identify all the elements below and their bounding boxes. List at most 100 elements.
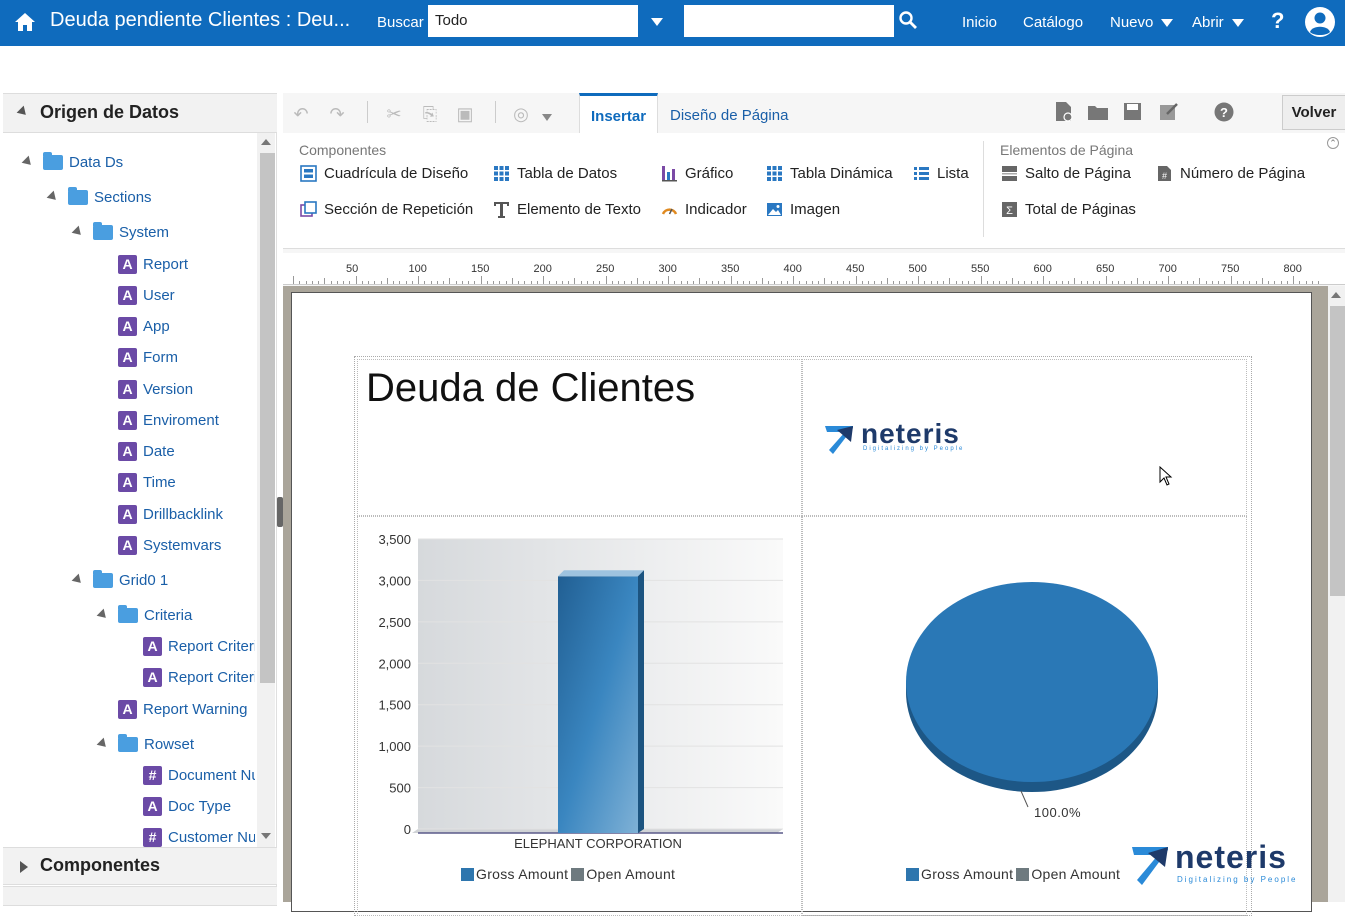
- tree-item[interactable]: # Document Nu: [143, 763, 255, 787]
- tree-item[interactable]: A Report: [118, 252, 188, 276]
- tree-item[interactable]: Data Ds: [21, 150, 123, 174]
- grid-cell-logo[interactable]: neteris Digitalizing by People: [802, 359, 1247, 516]
- layout-grid[interactable]: Deuda de Clientes neteris Digitalizing b…: [354, 356, 1252, 916]
- collapse-icon[interactable]: [71, 225, 85, 239]
- insert-chart-button[interactable]: Gráfico: [661, 165, 733, 182]
- text-field-icon: A: [118, 285, 137, 305]
- tree-item[interactable]: System: [71, 220, 169, 244]
- tree-item[interactable]: Sections: [46, 185, 152, 209]
- bar-chart[interactable]: 3,500 3,000 2,500 2,000 1,500 1,000 500 0 ELEPHA…: [358, 517, 803, 917]
- volver-button[interactable]: Volver: [1282, 95, 1345, 130]
- scroll-up-icon[interactable]: [1331, 292, 1341, 298]
- tree-item[interactable]: A Systemvars: [118, 533, 221, 557]
- tree-item[interactable]: Criteria: [96, 603, 192, 627]
- tab-diseno-pagina[interactable]: Diseño de Página: [659, 95, 799, 135]
- tree-item[interactable]: A Report Criteri: [143, 634, 255, 658]
- tree-item[interactable]: A Version: [118, 377, 193, 401]
- report-page: Deuda de Clientes neteris Digitalizing b…: [291, 292, 1312, 916]
- report-title[interactable]: Deuda de Clientes: [366, 366, 695, 411]
- pie-label-leader: [1020, 790, 1029, 808]
- text-field-icon: A: [118, 535, 137, 555]
- tree-item[interactable]: # Customer Nu: [143, 825, 255, 847]
- ruler-mark: 300: [658, 263, 677, 275]
- insert-layout-grid-button[interactable]: Cuadrícula de Diseño: [300, 165, 468, 182]
- save-as-icon[interactable]: [1159, 102, 1179, 122]
- home-icon[interactable]: [14, 12, 36, 32]
- ruler-tick: [668, 276, 669, 284]
- tab-insertar[interactable]: Insertar: [579, 93, 659, 133]
- insert-total-pages-button[interactable]: Σ Total de Páginas: [1001, 201, 1136, 218]
- insert-repeating-section-button[interactable]: Sección de Repetición: [300, 201, 473, 218]
- tree-item[interactable]: A Form: [118, 345, 178, 369]
- copy-icon[interactable]: ⎘: [420, 104, 440, 124]
- insert-gauge-button[interactable]: Indicador: [661, 201, 747, 218]
- components-header[interactable]: Componentes: [3, 847, 277, 885]
- insert-page-break-button[interactable]: Salto de Página: [1001, 165, 1131, 182]
- insert-list-button[interactable]: Lista: [913, 165, 969, 182]
- search-scope-select[interactable]: Todo: [428, 5, 638, 37]
- page-number-icon: #: [1158, 166, 1171, 181]
- tree-item[interactable]: A App: [118, 314, 170, 338]
- scroll-down-icon[interactable]: [261, 833, 271, 839]
- chevron-down-icon[interactable]: [651, 18, 663, 26]
- insert-pivot-table-button[interactable]: Tabla Dinámica: [766, 165, 893, 182]
- nav-nuevo[interactable]: Nuevo: [1110, 14, 1174, 31]
- properties-header[interactable]: [3, 886, 277, 906]
- tree-item[interactable]: A Report Warning: [118, 697, 248, 721]
- search-icon[interactable]: [899, 11, 917, 29]
- collapse-icon[interactable]: [96, 608, 110, 622]
- canvas-scrollbar[interactable]: [1328, 286, 1345, 902]
- tree-item[interactable]: A Report Criteri: [143, 665, 255, 689]
- collapse-icon[interactable]: [96, 737, 110, 751]
- target-icon[interactable]: ◎: [511, 104, 531, 124]
- save-icon[interactable]: [1123, 102, 1142, 121]
- collapse-ribbon-icon[interactable]: ⌃: [1327, 137, 1339, 149]
- tree-item[interactable]: A User: [118, 283, 175, 307]
- pie-slice-label: 100.0%: [1034, 805, 1082, 820]
- tree-item[interactable]: A Enviroment: [118, 408, 219, 432]
- open-folder-icon[interactable]: [1087, 103, 1109, 121]
- nav-inicio[interactable]: Inicio: [962, 14, 997, 31]
- user-avatar-icon[interactable]: [1304, 6, 1336, 38]
- tree-item-label: Customer Nu: [168, 828, 255, 846]
- tree-scrollbar[interactable]: [257, 133, 275, 847]
- ruler-tick: [1055, 281, 1057, 284]
- insert-page-number-button[interactable]: # Número de Página: [1156, 165, 1305, 182]
- cut-icon[interactable]: ✂: [384, 104, 404, 124]
- tree-item[interactable]: A Doc Type: [143, 794, 231, 818]
- collapse-icon[interactable]: [21, 155, 35, 169]
- insert-data-table-button[interactable]: Tabla de Datos: [493, 165, 617, 182]
- tree-item[interactable]: Rowset: [96, 732, 194, 756]
- collapse-icon[interactable]: [46, 190, 60, 204]
- tree-item[interactable]: A Time: [118, 470, 176, 494]
- scroll-up-icon[interactable]: [261, 139, 271, 145]
- search-input[interactable]: [684, 5, 894, 37]
- new-layout-icon[interactable]: [1054, 101, 1074, 123]
- ruler-tick: [1243, 281, 1244, 284]
- scroll-thumb[interactable]: [1330, 306, 1345, 596]
- redo-icon[interactable]: ↷: [327, 104, 347, 124]
- grid-cell-title[interactable]: Deuda de Clientes: [357, 359, 802, 516]
- total-pages-label: Total de Páginas: [1025, 201, 1136, 218]
- svg-text:Σ: Σ: [1006, 205, 1013, 217]
- tree-item[interactable]: Grid0 1: [71, 568, 168, 592]
- scroll-thumb[interactable]: [260, 153, 275, 683]
- paste-icon[interactable]: ▣: [455, 104, 475, 124]
- help-icon[interactable]: ?: [1271, 8, 1284, 34]
- grid-cell-bar-chart[interactable]: 3,500 3,000 2,500 2,000 1,500 1,000 500 0 ELEPHA…: [357, 516, 802, 916]
- chevron-down-icon[interactable]: [542, 114, 552, 121]
- nav-catalogo[interactable]: Catálogo: [1023, 14, 1083, 31]
- number-field-icon: #: [143, 765, 162, 785]
- ruler-tick: [880, 281, 882, 284]
- insert-image-button[interactable]: Imagen: [766, 201, 840, 218]
- tree-item[interactable]: A Date: [118, 439, 175, 463]
- nav-abrir[interactable]: Abrir: [1192, 14, 1244, 31]
- insert-text-item-button[interactable]: Elemento de Texto: [493, 201, 641, 218]
- data-source-header[interactable]: Origen de Datos: [3, 93, 277, 133]
- collapse-icon[interactable]: [71, 573, 85, 587]
- y-tick-label: 3,500: [378, 532, 411, 547]
- tree-item[interactable]: A Drillbacklink: [118, 502, 223, 526]
- page-elements-group-label: Elementos de Página: [1000, 142, 1134, 158]
- help-icon[interactable]: ?: [1214, 102, 1234, 122]
- undo-icon[interactable]: ↶: [291, 104, 311, 124]
